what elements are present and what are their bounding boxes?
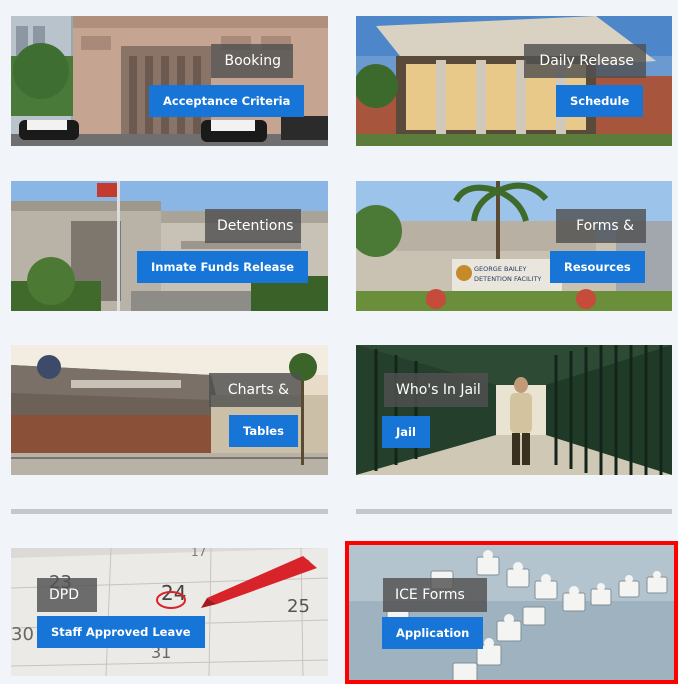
tile-whos-in-jail[interactable]: Who's In Jail Jail — [356, 345, 672, 475]
inmate-funds-release-button[interactable]: Inmate Funds Release — [137, 251, 309, 283]
jail-corridor-photo — [356, 345, 672, 475]
daily-release-building-photo — [356, 16, 672, 146]
tile-title: Forms & — [556, 209, 646, 243]
tile-title: ICE Forms — [383, 578, 487, 612]
acceptance-criteria-button[interactable]: Acceptance Criteria — [149, 85, 305, 117]
tile-detentions[interactable]: Detentions Inmate Funds Release — [11, 181, 328, 311]
staff-approved-leave-button[interactable]: Staff Approved Leave — [37, 616, 205, 648]
calendar-number: 25 — [287, 596, 310, 617]
tile-forms-resources[interactable]: GEORGE BAILEY DETENTION FACILITY Forms &… — [356, 181, 672, 311]
schedule-button[interactable]: Schedule — [556, 85, 644, 117]
tile-ice-forms[interactable]: ICE Forms Application — [347, 541, 678, 684]
jail-button[interactable]: Jail — [382, 416, 430, 448]
tables-button[interactable]: Tables — [229, 415, 298, 447]
calendar-photo: 23 24 25 30 31 17 18 — [11, 548, 328, 676]
tile-dpd[interactable]: 23 24 25 30 31 17 18 DPD Staff Approved … — [11, 548, 328, 676]
tile-title: Daily Release — [524, 44, 646, 78]
tile-title: Charts & — [209, 373, 301, 407]
puzzle-pieces-photo — [347, 541, 678, 684]
tile-title: DPD — [37, 578, 97, 612]
tile-daily-release[interactable]: Daily Release Schedule — [356, 16, 672, 146]
tile-title: Who's In Jail — [384, 373, 488, 407]
tile-title: Booking — [211, 44, 293, 78]
divider-left — [11, 509, 328, 514]
detention-facility-sign-photo: GEORGE BAILEY DETENTION FACILITY — [356, 181, 672, 311]
resources-button[interactable]: Resources — [550, 251, 645, 283]
divider-right — [356, 509, 672, 514]
application-button[interactable]: Application — [382, 617, 484, 649]
detentions-building-photo — [11, 181, 328, 311]
calendar-number: 30 — [11, 624, 34, 645]
charts-building-photo — [11, 345, 328, 475]
tile-booking[interactable]: Booking Acceptance Criteria — [11, 16, 328, 146]
calendar-number: 17 — [191, 548, 206, 559]
tile-title: Detentions — [205, 209, 301, 243]
sign-line-1: GEORGE BAILEY — [474, 265, 527, 273]
page: Booking Acceptance Criteria Daily Releas… — [0, 0, 678, 684]
tile-charts-tables[interactable]: Charts & Tables — [11, 345, 328, 475]
booking-building-photo — [11, 16, 328, 146]
sign-line-2: DETENTION FACILITY — [474, 275, 541, 283]
